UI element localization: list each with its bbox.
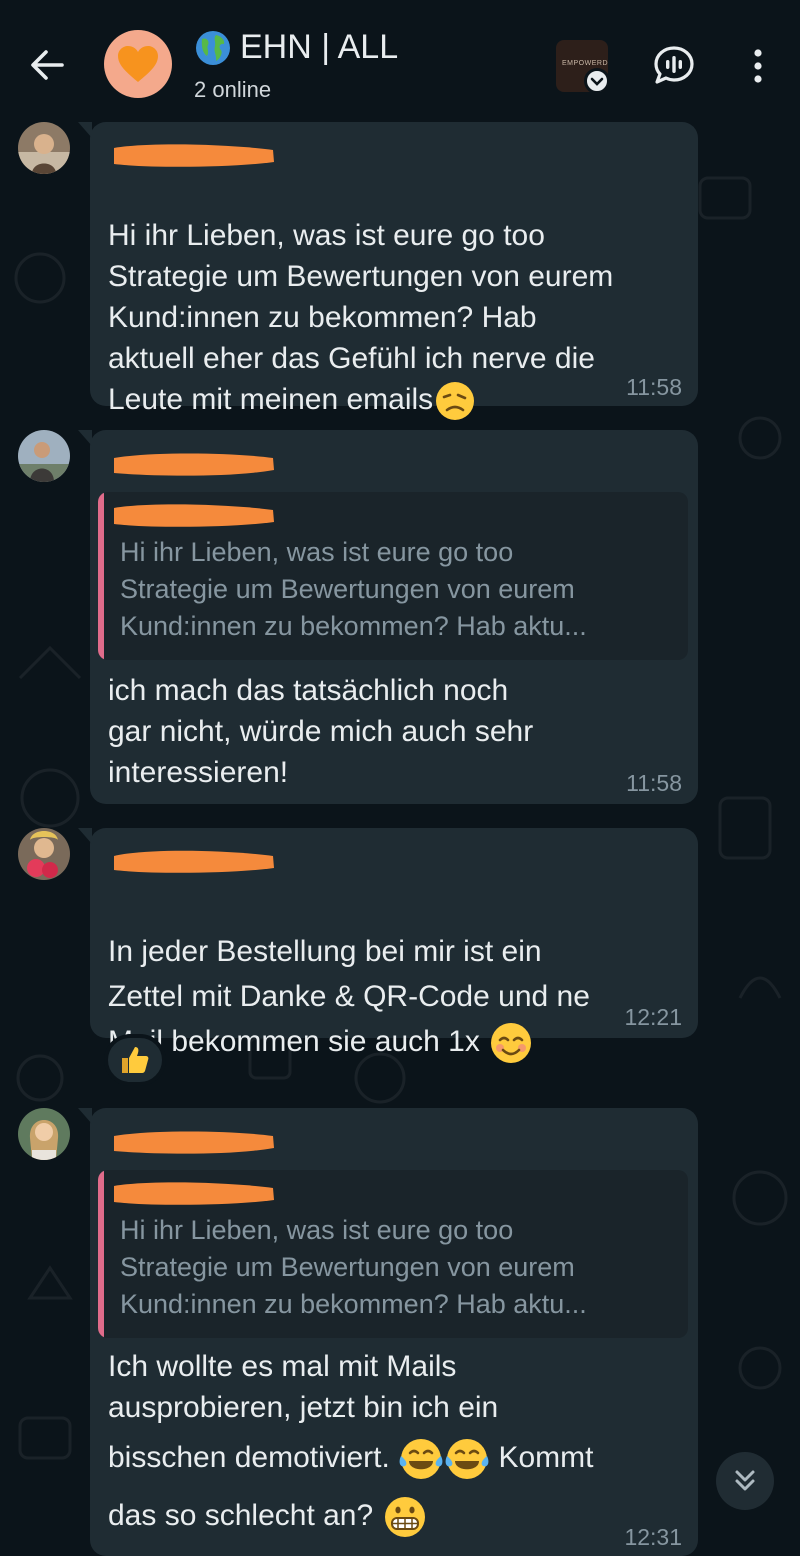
- quoted-text: Hi ihr Lieben, was ist eure go too Strat…: [120, 1215, 587, 1319]
- globe-icon: [196, 30, 230, 65]
- group-avatar[interactable]: [104, 30, 172, 98]
- voice-chat-icon[interactable]: [652, 44, 696, 88]
- back-arrow-icon[interactable]: [26, 44, 68, 86]
- sender-name-redacted: [108, 446, 278, 480]
- chat-header: EHN | ALL 2 online EMPOWERD: [0, 0, 800, 118]
- smiling-face-emoji-icon: [491, 1023, 532, 1064]
- avatar[interactable]: [18, 122, 70, 174]
- message-time: 11:58: [626, 770, 682, 796]
- message-text: In jeder Bestellung bei mir ist ein Zett…: [108, 884, 688, 1066]
- avatar[interactable]: [18, 430, 70, 482]
- orange-heart-icon: [118, 46, 158, 82]
- double-chevron-down-icon: [735, 1470, 755, 1491]
- avatar[interactable]: [18, 828, 70, 880]
- chat-title-text: EHN | ALL: [240, 28, 399, 66]
- message-bubble[interactable]: Hi ihr Lieben, was ist eure go too Strat…: [78, 122, 698, 421]
- sender-name-redacted: [108, 1124, 278, 1158]
- message-text: ich mach das tatsächlich noch gar nicht,…: [108, 674, 534, 789]
- community-thumb-text: EMPOWERD: [562, 60, 608, 67]
- quoted-message[interactable]: Hi ihr Lieben, was ist eure go too Strat…: [98, 492, 688, 660]
- tears-of-joy-emoji-icon: [399, 1439, 443, 1479]
- reaction-badge[interactable]: [104, 1034, 166, 1086]
- message-2[interactable]: Hi ihr Lieben, was ist eure go too Strat…: [0, 430, 800, 818]
- message-time: 11:58: [626, 374, 682, 400]
- sender-name-redacted: [108, 844, 278, 878]
- message-time: 12:31: [624, 1524, 682, 1550]
- message-time: 12:21: [624, 1004, 682, 1030]
- message-bubble[interactable]: In jeder Bestellung bei mir ist ein Zett…: [78, 828, 698, 1064]
- more-options-icon[interactable]: [744, 46, 772, 86]
- chat-title-area[interactable]: EHN | ALL 2 online: [194, 28, 398, 103]
- message-text: Ich wollte es mal mit Mails ausprobieren…: [108, 1346, 688, 1540]
- message-3[interactable]: In jeder Bestellung bei mir ist ein Zett…: [0, 828, 800, 1100]
- community-thumbnail[interactable]: EMPOWERD: [556, 40, 608, 92]
- message-bubble[interactable]: Hi ihr Lieben, was ist eure go too Strat…: [78, 1108, 698, 1556]
- avatar[interactable]: [18, 1108, 70, 1160]
- message-bubble[interactable]: Hi ihr Lieben, was ist eure go too Strat…: [78, 430, 698, 804]
- quoted-text: Hi ihr Lieben, was ist eure go too Strat…: [120, 537, 587, 641]
- scroll-to-bottom-button[interactable]: [716, 1452, 774, 1510]
- online-status: 2 online: [194, 77, 272, 102]
- message-1[interactable]: Hi ihr Lieben, was ist eure go too Strat…: [0, 118, 800, 421]
- woozy-face-emoji-icon: [436, 382, 475, 421]
- chat-title: EHN | ALL: [194, 28, 398, 67]
- chevron-down-icon: [584, 68, 608, 92]
- grimacing-face-emoji-icon: [384, 1497, 425, 1537]
- quoted-message[interactable]: Hi ihr Lieben, was ist eure go too Strat…: [98, 1170, 688, 1338]
- message-text: Hi ihr Lieben, was ist eure go too Strat…: [108, 174, 688, 423]
- message-4[interactable]: Hi ihr Lieben, was ist eure go too Strat…: [0, 1108, 800, 1556]
- sender-name-redacted: [108, 138, 278, 172]
- thumbs-up-icon: [122, 1047, 149, 1073]
- tears-of-joy-emoji-icon: [445, 1439, 489, 1479]
- chat-messages[interactable]: Hi ihr Lieben, was ist eure go too Strat…: [0, 118, 800, 1556]
